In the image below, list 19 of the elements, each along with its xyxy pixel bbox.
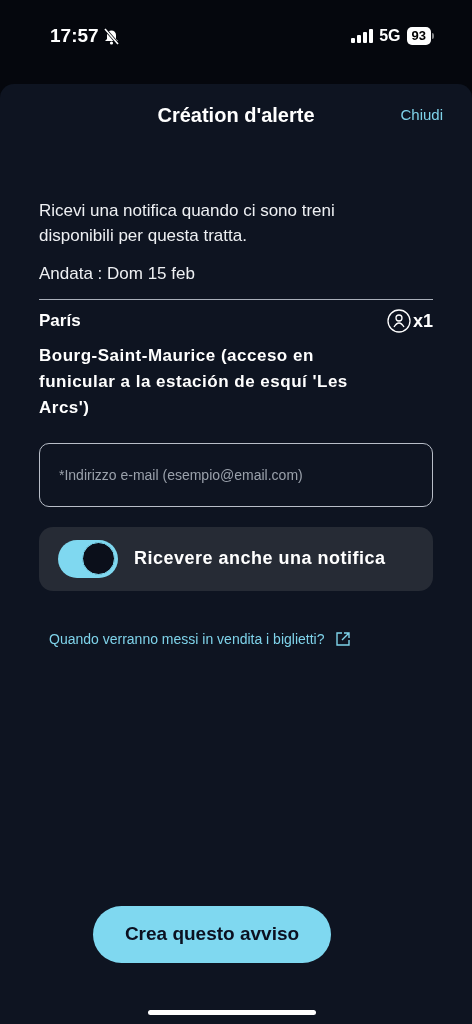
person-icon [386,309,411,333]
create-alert-button[interactable]: Crea questo avviso [93,906,331,963]
origin-station: París [39,310,81,333]
info-link[interactable]: Quando verranno messi in vendita i biglietti? [49,628,351,650]
description-text: Ricevi una notifica quando ci sono treni disponibili per questa tratta. [39,200,336,247]
external-link-icon [334,631,351,647]
notification-toggle-row[interactable]: Ricevere anche una notifica [39,526,433,591]
sheet-title: Création d'alerte [157,103,315,128]
toggle-label: Ricevere anche una notifica [134,547,386,570]
email-field[interactable]: *Indirizzo e-mail (esempio@email.com) [39,442,433,507]
clock: 17:57 [50,23,99,48]
signal-icon [351,29,374,43]
outbound-date: Andata : Dom 15 feb [39,263,196,285]
battery-icon: 93 [406,27,434,45]
network-label: 5G [379,26,401,46]
destination-station: Bourg-Saint-Maurice (acceso en funicular a la estación de esquí 'Les Arcs') [39,344,349,419]
close-button[interactable]: Chiudi [400,103,443,127]
passenger-count: x1 [412,309,433,333]
toggle-switch[interactable] [58,539,118,578]
